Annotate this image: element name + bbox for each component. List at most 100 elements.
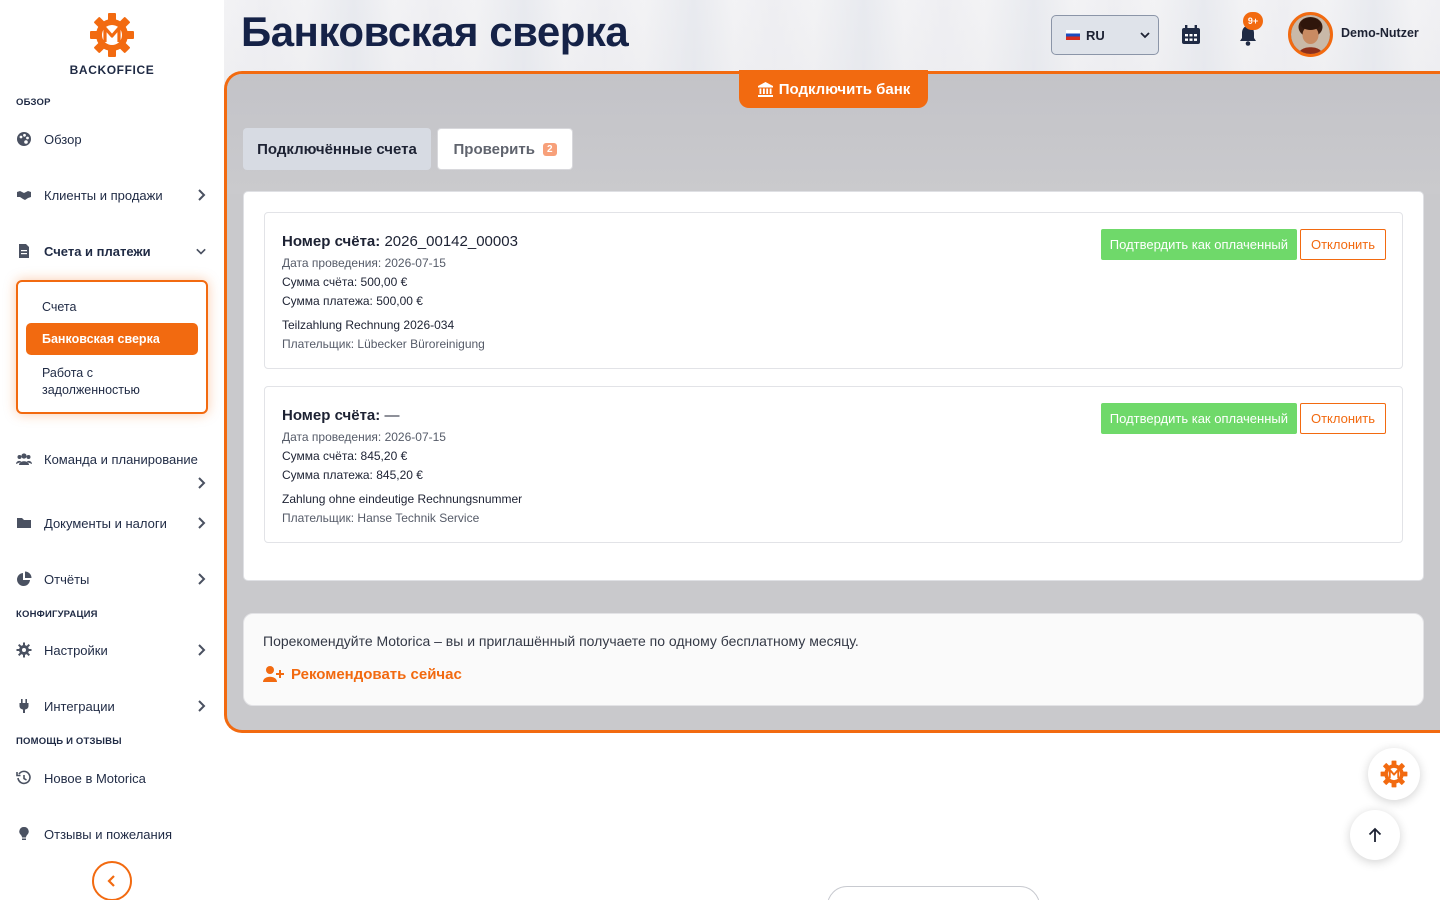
- sidebar-item-label: Отзывы и пожелания: [44, 826, 173, 842]
- chevron-right-icon: [198, 700, 206, 712]
- payment-purpose: Zahlung ohne eindeutige Rechnungsnummer: [282, 492, 523, 506]
- chevron-right-icon: [198, 573, 206, 585]
- history-icon: [16, 770, 31, 785]
- chevron-right-icon: [198, 644, 206, 656]
- confirm-paid-button[interactable]: Подтвердить как оплаченный: [1100, 403, 1297, 434]
- sidebar-item-label: Отчёты: [44, 571, 90, 587]
- scroll-to-top-button[interactable]: [1350, 810, 1400, 860]
- sidebar-item-reports[interactable]: Отчёты: [16, 567, 208, 591]
- invoice-amount: Сумма счёта: 500,00 €: [282, 275, 408, 289]
- handshake-icon: [17, 191, 31, 200]
- page-title: Банковская сверка: [241, 8, 629, 55]
- logo[interactable]: BACKOFFICE: [0, 12, 224, 77]
- submenu-item-invoices[interactable]: Счета: [26, 299, 198, 316]
- tab-connected-accounts[interactable]: Подключённые счета: [243, 128, 431, 170]
- users-icon: [16, 453, 32, 465]
- section-overview: ОБЗОР: [16, 97, 51, 108]
- invoices-submenu: Счета Банковская сверка Работа с задолже…: [16, 280, 208, 414]
- user-name[interactable]: Demo-Nutzer: [1341, 26, 1419, 40]
- connect-bank-button[interactable]: Подключить банк: [739, 70, 928, 108]
- payment-amount: Сумма платежа: 845,20 €: [282, 468, 423, 482]
- sidebar-item-invoices[interactable]: Счета и платежи: [16, 239, 208, 263]
- booking-date: Дата проведения: 2026-07-15: [282, 256, 446, 270]
- palette-icon: [17, 132, 31, 146]
- payment-amount: Сумма платежа: 500,00 €: [282, 294, 423, 308]
- collapse-sidebar-button[interactable]: [92, 861, 132, 900]
- sidebar-item-label: Счета и платежи: [44, 243, 151, 259]
- assistant-button[interactable]: [1368, 748, 1420, 800]
- invoice-number-line: Номер счёта: —: [282, 407, 399, 424]
- reject-button[interactable]: Отклонить: [1300, 229, 1386, 260]
- bottom-pill[interactable]: [827, 886, 1040, 900]
- sidebar-item-integrations[interactable]: Интеграции: [16, 694, 208, 718]
- tab-label: Подключённые счета: [257, 140, 417, 158]
- tab-label: Проверить: [453, 140, 535, 158]
- referral-box: Порекомендуйте Motorica – вы и приглашён…: [243, 613, 1424, 706]
- notification-badge: 9+: [1243, 12, 1263, 30]
- sidebar: BACKOFFICE ОБЗОР Обзор Клиенты и продажи…: [0, 0, 224, 900]
- arrow-up-icon: [1368, 827, 1382, 842]
- sidebar-item-label: Интеграции: [44, 698, 115, 714]
- connect-bank-label: Подключить банк: [778, 80, 911, 98]
- submenu-item-debt-management[interactable]: Работа с задолженностью: [26, 365, 176, 399]
- language-value: RU: [1086, 27, 1105, 43]
- chevron-right-icon: [198, 477, 206, 489]
- sidebar-item-label: Настройки: [44, 642, 108, 658]
- invoice-amount: Сумма счёта: 845,20 €: [282, 449, 408, 463]
- logo-text: BACKOFFICE: [69, 63, 155, 77]
- language-select[interactable]: RU: [1051, 15, 1159, 55]
- section-help: ПОМОЩЬ И ОТЗЫВЫ: [16, 736, 122, 747]
- sidebar-item-news[interactable]: Новое в Motorica: [16, 766, 208, 790]
- invoice-number-value: 2026_00142_00003: [384, 233, 518, 250]
- transaction-card: Номер счёта: — Дата проведения: 2026-07-…: [264, 386, 1403, 543]
- submenu-item-bank-reconciliation[interactable]: Банковская сверка: [26, 323, 198, 355]
- logo-gear-icon: [90, 13, 134, 57]
- chevron-left-icon: [107, 875, 115, 887]
- sidebar-item-overview[interactable]: Обзор: [16, 127, 208, 151]
- flag-icon: [1066, 30, 1080, 40]
- reject-button[interactable]: Отклонить: [1300, 403, 1386, 434]
- payer: Плательщик: Hanse Technik Service: [282, 511, 480, 525]
- invoice-number-line: Номер счёта: 2026_00142_00003: [282, 233, 518, 250]
- gear-icon: [16, 642, 32, 658]
- section-config: КОНФИГУРАЦИЯ: [16, 609, 98, 620]
- booking-date: Дата проведения: 2026-07-15: [282, 430, 446, 444]
- bank-icon: [757, 81, 773, 97]
- avatar[interactable]: [1288, 12, 1333, 57]
- tab-count-badge: 2: [542, 142, 557, 156]
- sidebar-item-label: Клиенты и продажи: [44, 187, 163, 203]
- tab-review[interactable]: Проверить 2: [437, 128, 573, 170]
- folder-icon: [17, 518, 31, 528]
- sidebar-item-label: Обзор: [44, 131, 82, 147]
- user-photo-icon: [1291, 15, 1330, 54]
- confirm-paid-button[interactable]: Подтвердить как оплаченный: [1100, 229, 1297, 260]
- pie-chart-icon: [17, 571, 32, 586]
- lightbulb-icon: [19, 826, 29, 840]
- calendar-icon[interactable]: [1180, 24, 1202, 46]
- transaction-card: Номер счёта: 2026_00142_00003 Дата прове…: [264, 212, 1403, 369]
- referral-link[interactable]: Рекомендовать сейчас: [263, 665, 462, 683]
- chevron-right-icon: [198, 189, 206, 201]
- sidebar-item-documents[interactable]: Документы и налоги: [16, 511, 208, 535]
- payment-purpose: Teilzahlung Rechnung 2026-034: [282, 318, 455, 332]
- chevron-down-icon: [196, 248, 206, 255]
- chevron-down-icon: [1140, 32, 1150, 39]
- sidebar-item-team[interactable]: Команда и планирование: [16, 447, 208, 489]
- sidebar-item-customers[interactable]: Клиенты и продажи: [16, 183, 208, 207]
- invoice-number-value: —: [384, 407, 400, 424]
- sidebar-item-feedback[interactable]: Отзывы и пожелания: [16, 822, 208, 846]
- logo-gear-icon: [1380, 760, 1408, 788]
- invoice-number-label: Номер счёта:: [282, 233, 381, 250]
- plug-icon: [19, 699, 29, 713]
- user-plus-icon: [263, 666, 284, 682]
- payer: Плательщик: Lübecker Büroreinigung: [282, 337, 485, 351]
- referral-link-label: Рекомендовать сейчас: [291, 665, 462, 683]
- chevron-right-icon: [198, 517, 206, 529]
- sidebar-item-settings[interactable]: Настройки: [16, 638, 208, 662]
- sidebar-item-label: Команда и планирование: [44, 452, 198, 467]
- invoice-icon: [19, 244, 29, 258]
- invoice-number-label: Номер счёта:: [282, 407, 381, 424]
- sidebar-item-label: Новое в Motorica: [44, 770, 146, 786]
- referral-text: Порекомендуйте Motorica – вы и приглашён…: [263, 633, 859, 649]
- sidebar-item-label: Документы и налоги: [44, 515, 167, 531]
